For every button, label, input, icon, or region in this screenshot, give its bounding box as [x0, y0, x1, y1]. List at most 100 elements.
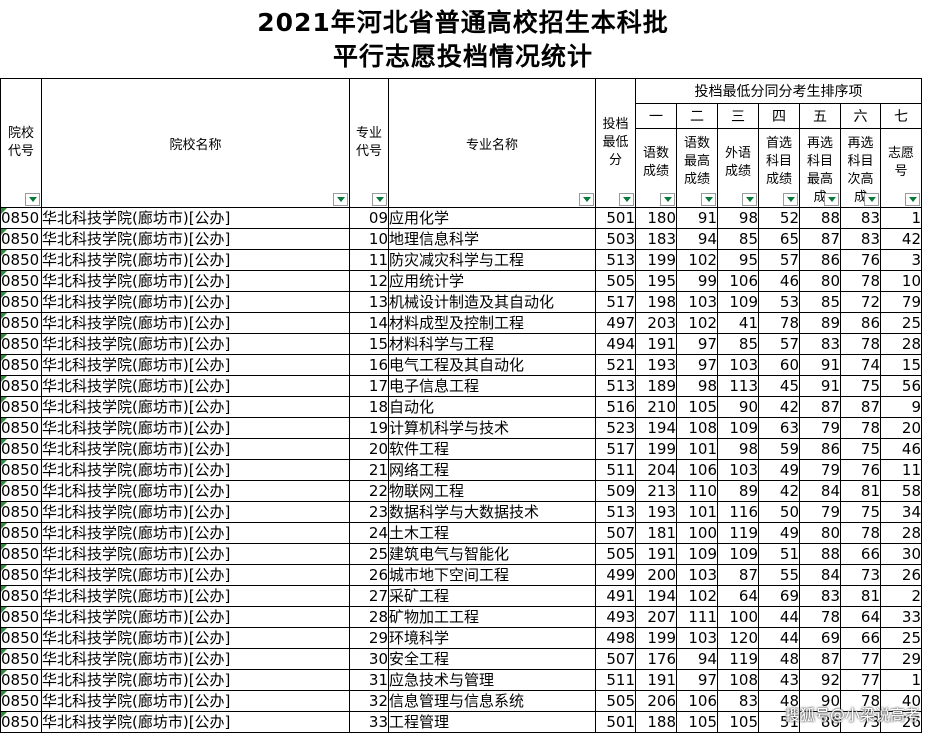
rank1-cell[interactable]: 199: [635, 627, 677, 649]
college-name-cell[interactable]: 华北科技学院(廊坊市)[公办]: [41, 333, 350, 355]
college-code-cell[interactable]: 0850: [0, 375, 42, 397]
rank1-cell[interactable]: 200: [635, 564, 677, 586]
min-score-cell[interactable]: 509: [595, 480, 636, 502]
major-code-cell[interactable]: 30: [349, 648, 389, 670]
rank3-cell[interactable]: 108: [717, 669, 759, 691]
major-code-cell[interactable]: 25: [349, 543, 389, 565]
rank5-cell[interactable]: 91: [799, 375, 841, 397]
min-score-cell[interactable]: 505: [595, 270, 636, 292]
major-code-cell[interactable]: 29: [349, 627, 389, 649]
rank7-cell[interactable]: 1: [880, 669, 922, 691]
rank2-cell[interactable]: 110: [676, 480, 718, 502]
rank3-cell[interactable]: 85: [717, 228, 759, 250]
rank4-cell[interactable]: 46: [758, 270, 800, 292]
min-score-cell[interactable]: 517: [595, 291, 636, 313]
college-code-cell[interactable]: 0850: [0, 417, 42, 439]
rank1-cell[interactable]: 193: [635, 501, 677, 523]
rank2-cell[interactable]: 100: [676, 522, 718, 544]
min-score-cell[interactable]: 523: [595, 417, 636, 439]
college-code-cell[interactable]: 0850: [0, 585, 42, 607]
rank4-cell[interactable]: 57: [758, 249, 800, 271]
min-score-cell[interactable]: 511: [595, 669, 636, 691]
rank5-cell[interactable]: 79: [799, 501, 841, 523]
rank1-cell[interactable]: 198: [635, 291, 677, 313]
college-name-cell[interactable]: 华北科技学院(廊坊市)[公办]: [41, 690, 350, 712]
rank6-cell[interactable]: 73: [840, 564, 881, 586]
min-score-cell[interactable]: 513: [595, 375, 636, 397]
major-name-cell[interactable]: 计算机科学与技术: [388, 417, 596, 439]
major-name-cell[interactable]: 安全工程: [388, 648, 596, 670]
rank1-cell[interactable]: 204: [635, 459, 677, 481]
major-code-cell[interactable]: 13: [349, 291, 389, 313]
min-score-cell[interactable]: 521: [595, 354, 636, 376]
min-score-cell[interactable]: 505: [595, 543, 636, 565]
rank1-cell[interactable]: 181: [635, 522, 677, 544]
min-score-cell[interactable]: 517: [595, 438, 636, 460]
college-code-cell[interactable]: 0850: [0, 480, 42, 502]
rank3-cell[interactable]: 90: [717, 396, 759, 418]
major-name-cell[interactable]: 地理信息科学: [388, 228, 596, 250]
filter-dropdown-icon[interactable]: [619, 193, 634, 206]
rank1-cell[interactable]: 194: [635, 417, 677, 439]
rank7-cell[interactable]: 28: [880, 522, 922, 544]
min-score-cell[interactable]: 507: [595, 648, 636, 670]
rank1-cell[interactable]: 191: [635, 333, 677, 355]
rank3-cell[interactable]: 103: [717, 354, 759, 376]
min-score-cell[interactable]: 491: [595, 585, 636, 607]
major-code-cell[interactable]: 27: [349, 585, 389, 607]
college-name-cell[interactable]: 华北科技学院(廊坊市)[公办]: [41, 249, 350, 271]
rank3-cell[interactable]: 87: [717, 564, 759, 586]
major-code-cell[interactable]: 24: [349, 522, 389, 544]
rank3-cell[interactable]: 109: [717, 543, 759, 565]
min-score-cell[interactable]: 511: [595, 459, 636, 481]
college-code-cell[interactable]: 0850: [0, 438, 42, 460]
major-code-cell[interactable]: 16: [349, 354, 389, 376]
college-name-cell[interactable]: 华北科技学院(廊坊市)[公办]: [41, 417, 350, 439]
college-name-cell[interactable]: 华北科技学院(廊坊市)[公办]: [41, 711, 350, 733]
major-name-cell[interactable]: 矿物加工工程: [388, 606, 596, 628]
rank4-cell[interactable]: 49: [758, 522, 800, 544]
rank3-cell[interactable]: 89: [717, 480, 759, 502]
rank5-cell[interactable]: 79: [799, 417, 841, 439]
rank1-cell[interactable]: 176: [635, 648, 677, 670]
rank7-cell[interactable]: 79: [880, 291, 922, 313]
major-code-cell[interactable]: 21: [349, 459, 389, 481]
major-name-cell[interactable]: 网络工程: [388, 459, 596, 481]
rank3-cell[interactable]: 95: [717, 249, 759, 271]
college-code-cell[interactable]: 0850: [0, 333, 42, 355]
rank5-cell[interactable]: 83: [799, 333, 841, 355]
rank4-cell[interactable]: 55: [758, 564, 800, 586]
rank4-cell[interactable]: 78: [758, 312, 800, 334]
filter-dropdown-icon[interactable]: [824, 193, 839, 206]
rank2-cell[interactable]: 94: [676, 228, 718, 250]
college-code-cell[interactable]: 0850: [0, 627, 42, 649]
rank1-cell[interactable]: 180: [635, 207, 677, 229]
college-code-cell[interactable]: 0850: [0, 543, 42, 565]
rank4-cell[interactable]: 43: [758, 669, 800, 691]
major-name-cell[interactable]: 材料科学与工程: [388, 333, 596, 355]
rank7-cell[interactable]: 15: [880, 354, 922, 376]
rank5-cell[interactable]: 84: [799, 480, 841, 502]
rank4-cell[interactable]: 59: [758, 438, 800, 460]
rank4-cell[interactable]: 42: [758, 480, 800, 502]
rank7-cell[interactable]: 10: [880, 270, 922, 292]
rank1-cell[interactable]: 194: [635, 585, 677, 607]
college-code-cell[interactable]: 0850: [0, 312, 42, 334]
min-score-cell[interactable]: 507: [595, 522, 636, 544]
rank1-cell[interactable]: 210: [635, 396, 677, 418]
college-code-cell[interactable]: 0850: [0, 249, 42, 271]
college-name-cell[interactable]: 华北科技学院(廊坊市)[公办]: [41, 270, 350, 292]
major-code-cell[interactable]: 14: [349, 312, 389, 334]
rank1-cell[interactable]: 191: [635, 543, 677, 565]
rank1-cell[interactable]: 213: [635, 480, 677, 502]
rank7-cell[interactable]: 46: [880, 438, 922, 460]
college-code-cell[interactable]: 0850: [0, 690, 42, 712]
college-name-cell[interactable]: 华北科技学院(廊坊市)[公办]: [41, 543, 350, 565]
major-name-cell[interactable]: 自动化: [388, 396, 596, 418]
filter-dropdown-icon[interactable]: [372, 193, 387, 206]
min-score-cell[interactable]: 494: [595, 333, 636, 355]
college-name-cell[interactable]: 华北科技学院(廊坊市)[公办]: [41, 312, 350, 334]
rank3-cell[interactable]: 98: [717, 207, 759, 229]
rank2-cell[interactable]: 102: [676, 249, 718, 271]
major-code-cell[interactable]: 18: [349, 396, 389, 418]
